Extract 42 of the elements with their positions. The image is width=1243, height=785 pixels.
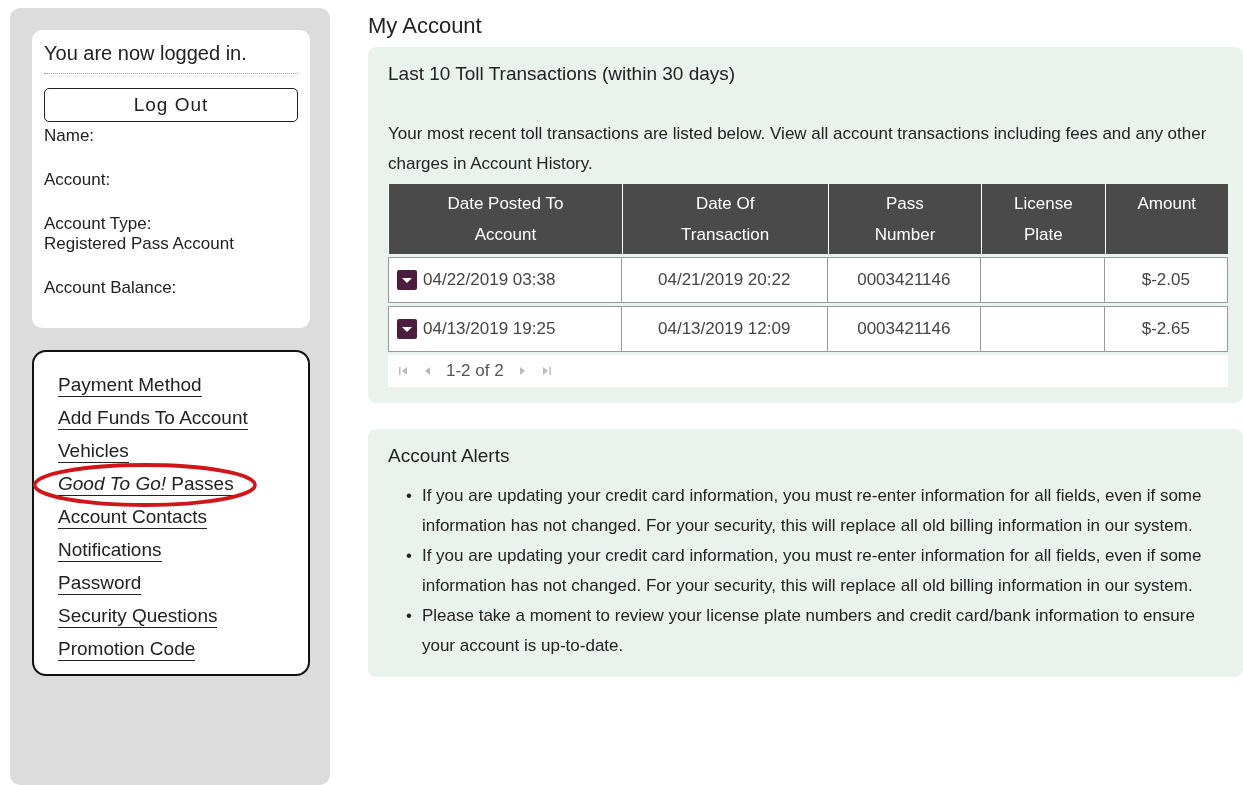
nav-link[interactable]: Vehicles (58, 440, 129, 463)
alert-item: Please take a moment to review your license plate numbers and credit card/bank information to ensure your account is up-to-date. (421, 605, 1196, 657)
field-value: Registered Pass Account (44, 234, 235, 254)
page-info: 1-2 of 2 (446, 361, 504, 381)
column-header: Date Of Transaction (621, 184, 828, 254)
column-header: Amount (1104, 184, 1228, 254)
column-header: Pass Number (827, 184, 982, 254)
login-status: You are now logged in. (44, 42, 298, 74)
column-header: License Plate (981, 184, 1105, 254)
field-label: Account Type: (44, 214, 153, 234)
field-label: Name: (44, 126, 96, 146)
nav-link[interactable]: Notifications (58, 539, 162, 562)
expand-icon[interactable] (397, 319, 417, 340)
column-header: Date Posted To Account (388, 184, 622, 254)
table-cell: $-2.65 (1104, 306, 1228, 352)
field-label: Account Balance: (44, 278, 178, 298)
table-cell: 04/21/2019 20:22 (621, 257, 828, 303)
field-label: Account: (44, 170, 112, 190)
alert-item: If you are updating your credit card information, you must re-enter information for all fields, even if some information has not changed. For your security, this will replace all old billing information in our system. (421, 545, 1203, 597)
nav-link[interactable]: Payment Method (58, 374, 202, 397)
table-cell: 04/13/2019 19:25 (388, 306, 622, 352)
nav-link[interactable]: Password (58, 572, 142, 595)
intro-text: Your most recent toll transactions are listed below. View all account transactions including fees and any other charges in Account History. (388, 123, 1208, 175)
table-cell: 0003421146 (827, 306, 982, 352)
alert-item: If you are updating your credit card information, you must re-enter information for all fields, even if some information has not changed. For your security, this will replace all old billing information in our system. (421, 485, 1203, 537)
first-page-icon[interactable] (398, 365, 410, 377)
logout-button[interactable]: Log Out (44, 88, 298, 122)
nav-link[interactable]: Account Contacts (58, 506, 207, 529)
nav-link[interactable]: Promotion Code (58, 638, 196, 661)
bullet: • (406, 605, 412, 627)
section-heading: Account Alerts (388, 445, 511, 467)
nav-link[interactable]: Add Funds To Account (58, 407, 248, 430)
section-heading: Last 10 Toll Transactions (within 30 days) (388, 63, 737, 85)
table-cell: 04/22/2019 03:38 (388, 257, 622, 303)
table-cell: 0003421146 (827, 257, 982, 303)
expand-icon[interactable] (397, 270, 417, 291)
bullet: • (406, 485, 412, 507)
table-cell: 04/13/2019 12:09 (621, 306, 828, 352)
nav-link[interactable]: Security Questions (58, 605, 218, 628)
bullet: • (406, 545, 412, 567)
table-cell: $-2.05 (1104, 257, 1228, 303)
page-title: My Account (368, 13, 483, 39)
